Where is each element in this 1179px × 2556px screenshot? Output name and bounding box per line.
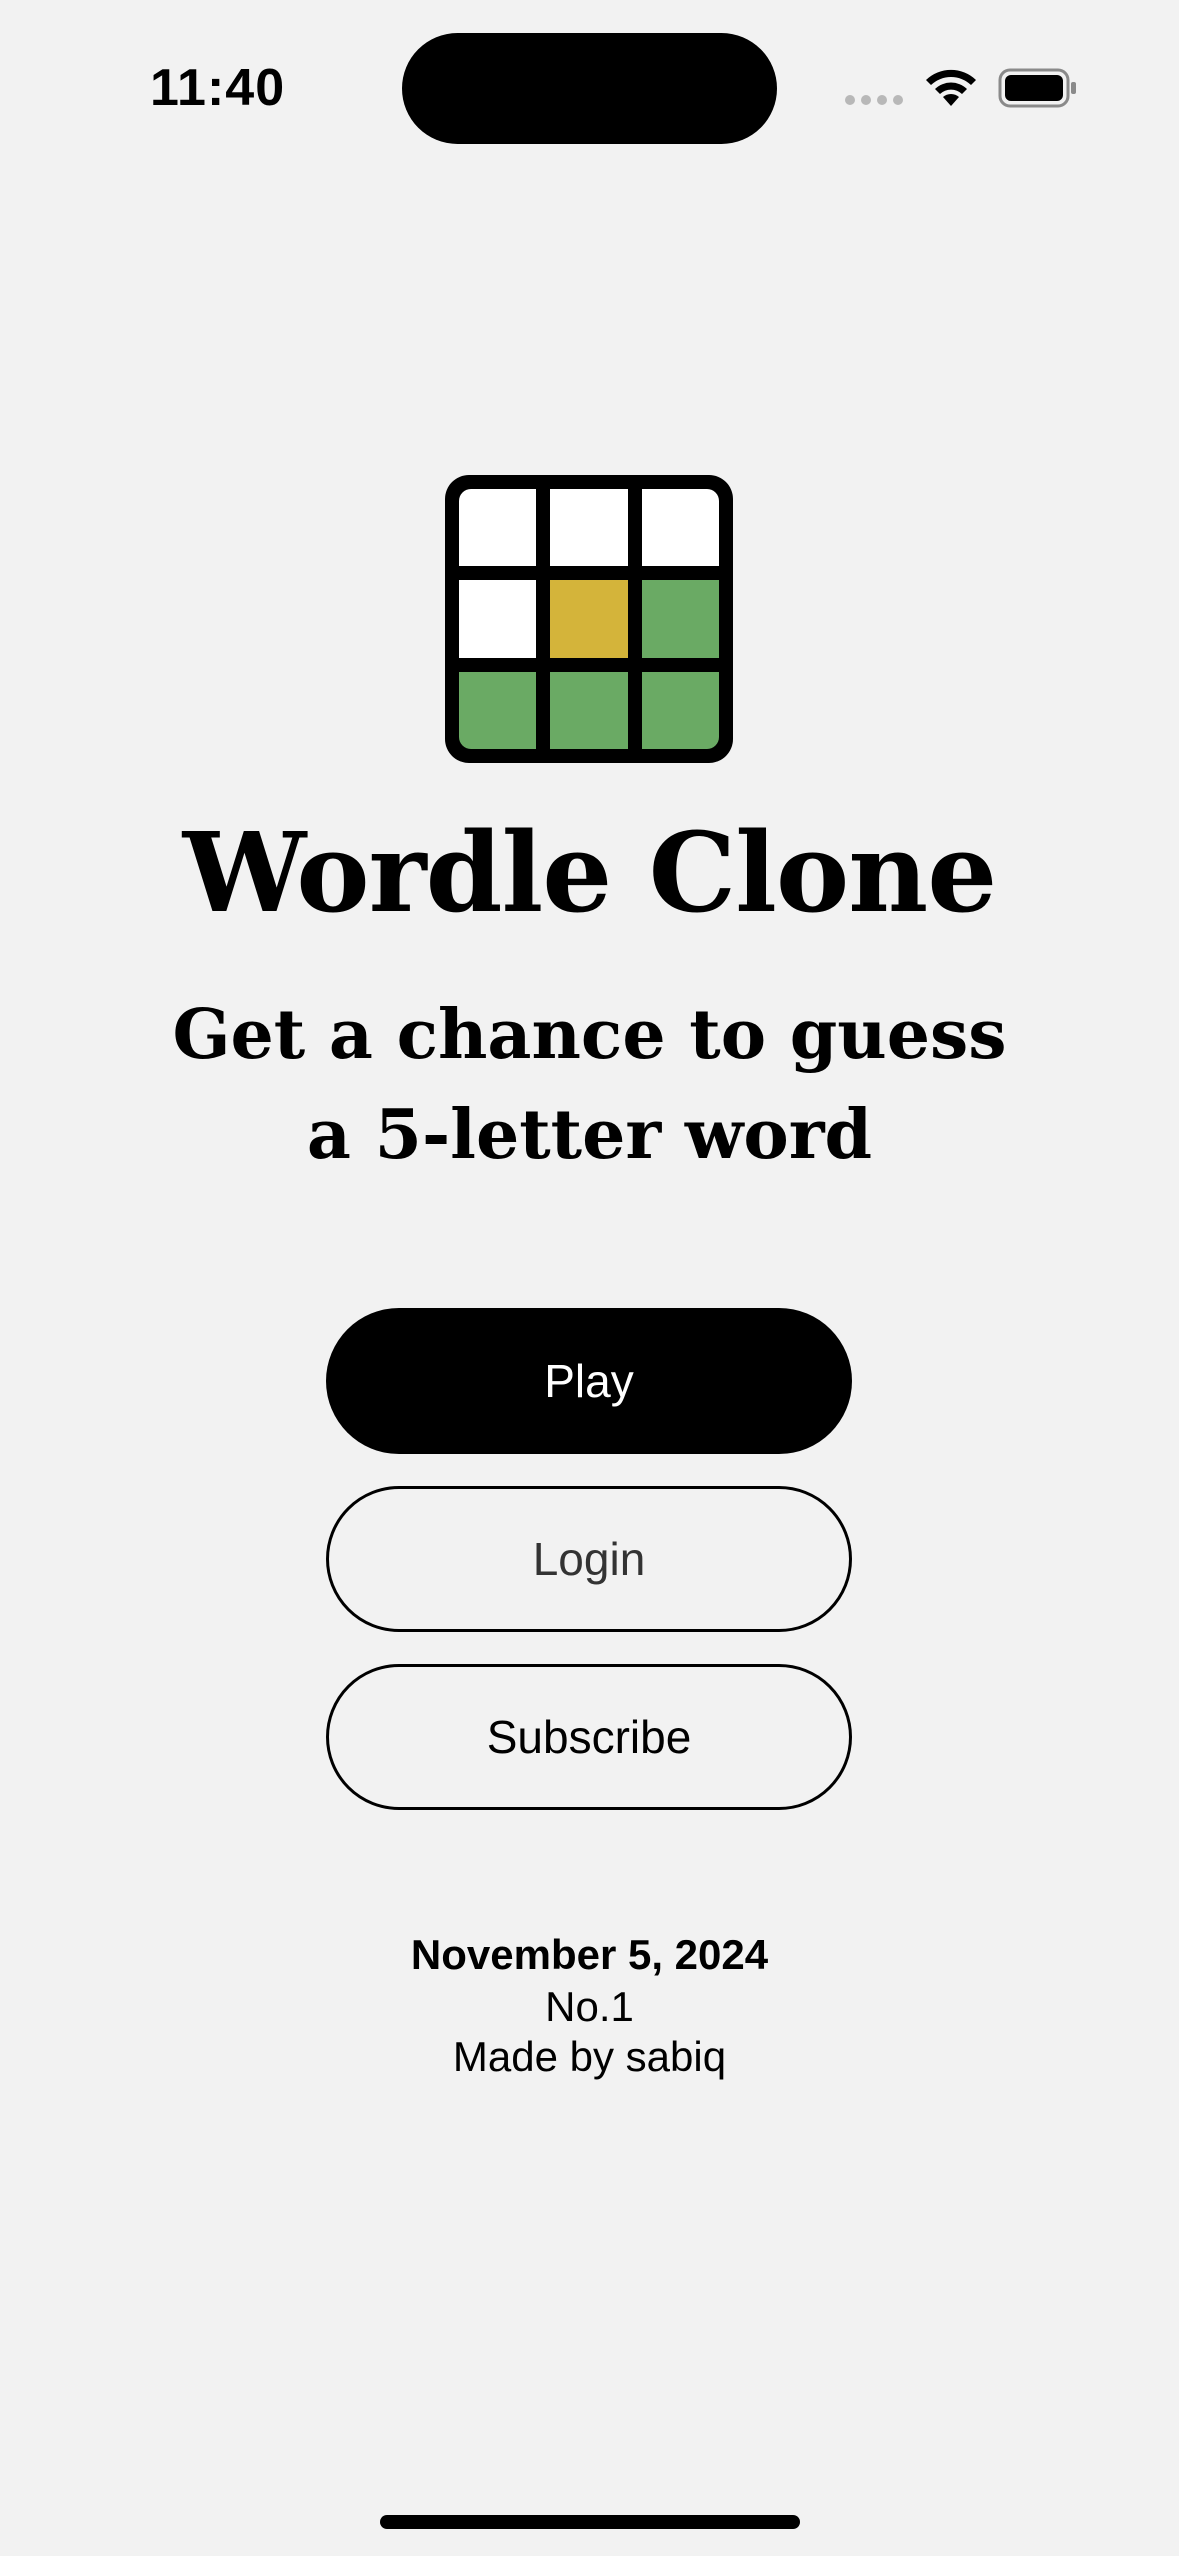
status-time: 11:40 <box>150 59 286 117</box>
home-indicator[interactable] <box>380 2515 800 2529</box>
logo-tile-green <box>550 671 628 749</box>
logo-tile-green <box>459 671 537 749</box>
logo-tile-green <box>641 671 719 749</box>
logo-tile-yellow <box>550 580 628 658</box>
battery-icon <box>998 68 1076 108</box>
subscribe-button[interactable]: Subscribe <box>326 1664 852 1810</box>
puzzle-number: No.1 <box>545 1983 634 2030</box>
login-button[interactable]: Login <box>326 1486 852 1632</box>
logo-tile-white <box>550 489 628 567</box>
logo-tile-green <box>641 580 719 658</box>
author-credit: Made by sabiq <box>452 2033 727 2080</box>
app-title: Wordle Clone <box>182 808 998 937</box>
logo-tile-white <box>459 489 537 567</box>
wordle-logo-icon <box>445 475 733 763</box>
logo-tile-white <box>459 580 537 658</box>
wifi-icon <box>926 69 976 106</box>
footer-info: November 5, 2024 No.1 Made by sabiq <box>0 1928 1179 2082</box>
play-button[interactable]: Play <box>326 1308 852 1454</box>
cellular-signal-icon <box>845 95 903 105</box>
logo-tile-white <box>641 489 719 567</box>
app-subtitle: Get a chance to guess a 5-letter word <box>172 995 1007 1175</box>
dynamic-island <box>402 33 777 144</box>
puzzle-date: November 5, 2024 <box>410 1931 769 1978</box>
